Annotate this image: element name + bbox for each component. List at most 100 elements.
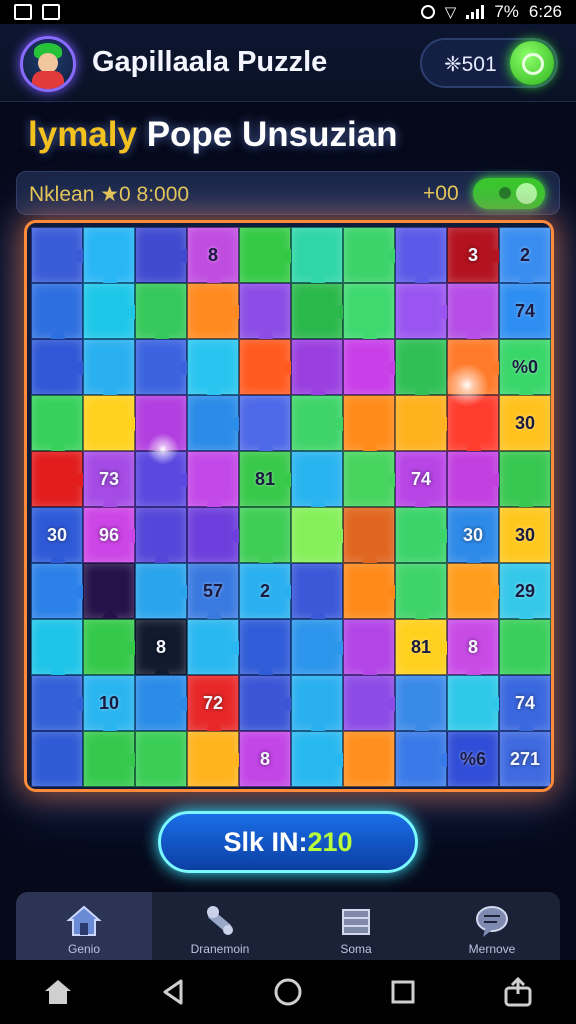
puzzle-piece[interactable] — [291, 227, 343, 289]
puzzle-piece[interactable] — [135, 507, 187, 569]
puzzle-piece[interactable] — [135, 395, 187, 457]
puzzle-piece[interactable] — [447, 675, 505, 731]
puzzle-piece[interactable] — [187, 731, 245, 787]
puzzle-piece[interactable] — [187, 339, 239, 401]
puzzle-piece[interactable] — [343, 395, 395, 457]
puzzle-piece[interactable] — [343, 227, 401, 283]
puzzle-piece[interactable] — [239, 283, 291, 345]
puzzle-piece[interactable] — [499, 619, 551, 675]
puzzle-piece[interactable] — [31, 619, 83, 681]
add-coins-button[interactable] — [510, 41, 554, 85]
puzzle-piece[interactable] — [447, 563, 505, 619]
puzzle-piece[interactable] — [83, 339, 135, 401]
puzzle-piece[interactable] — [135, 227, 193, 283]
puzzle-piece[interactable]: 72 — [187, 675, 239, 737]
puzzle-piece[interactable]: 74 — [499, 283, 551, 339]
puzzle-piece[interactable] — [31, 563, 89, 619]
puzzle-piece[interactable] — [239, 339, 297, 395]
puzzle-piece[interactable] — [343, 563, 401, 619]
puzzle-piece[interactable]: 73 — [83, 451, 135, 513]
puzzle-piece[interactable] — [291, 339, 343, 401]
nav-item-chat[interactable]: Mernove — [424, 892, 560, 960]
puzzle-piece[interactable] — [83, 283, 141, 339]
puzzle-piece[interactable]: 81 — [239, 451, 297, 507]
puzzle-piece[interactable]: 30 — [499, 395, 551, 451]
puzzle-piece[interactable] — [395, 227, 447, 289]
puzzle-piece[interactable]: %6 — [447, 731, 499, 787]
share-icon[interactable] — [501, 975, 535, 1009]
puzzle-piece[interactable] — [447, 451, 505, 507]
puzzle-piece[interactable] — [291, 731, 349, 787]
puzzle-piece[interactable] — [395, 283, 453, 339]
puzzle-piece[interactable] — [395, 731, 453, 787]
puzzle-piece[interactable]: 74 — [395, 451, 447, 513]
puzzle-piece[interactable]: 96 — [83, 507, 141, 563]
puzzle-piece[interactable] — [343, 283, 395, 345]
puzzle-piece[interactable] — [239, 395, 291, 457]
puzzle-piece[interactable] — [239, 227, 297, 283]
puzzle-piece[interactable] — [31, 339, 89, 395]
puzzle-piece[interactable]: 8 — [135, 619, 187, 681]
puzzle-piece[interactable] — [343, 339, 401, 395]
puzzle-piece[interactable] — [135, 283, 187, 345]
puzzle-piece[interactable] — [343, 731, 395, 787]
nav-item-home[interactable]: Genio — [16, 892, 152, 960]
hint-toggle[interactable] — [473, 178, 545, 209]
puzzle-piece[interactable]: 8 — [239, 731, 291, 787]
puzzle-piece[interactable] — [291, 563, 343, 625]
puzzle-piece[interactable] — [83, 395, 141, 451]
puzzle-piece[interactable]: 57 — [187, 563, 239, 625]
puzzle-piece[interactable] — [135, 563, 193, 619]
puzzle-piece[interactable] — [343, 675, 401, 731]
coin-balance[interactable]: ❈501 — [420, 38, 558, 88]
puzzle-piece[interactable] — [83, 227, 135, 289]
puzzle-piece[interactable]: 30 — [447, 507, 499, 569]
back-icon[interactable] — [156, 975, 190, 1009]
puzzle-piece[interactable] — [395, 563, 447, 625]
start-button[interactable]: Slk IN: 210 — [158, 811, 418, 873]
puzzle-piece[interactable] — [83, 619, 141, 675]
puzzle-piece[interactable]: 10 — [83, 675, 135, 737]
puzzle-piece[interactable] — [31, 675, 89, 731]
puzzle-piece[interactable]: 3 — [447, 227, 505, 283]
puzzle-piece[interactable]: %0 — [499, 339, 551, 401]
puzzle-piece[interactable] — [395, 339, 447, 401]
puzzle-piece[interactable]: 8 — [187, 227, 239, 289]
puzzle-piece[interactable]: 30 — [499, 507, 551, 563]
nav-item-crate[interactable]: Soma — [288, 892, 424, 960]
puzzle-piece[interactable]: 81 — [395, 619, 453, 675]
puzzle-piece[interactable] — [291, 675, 343, 737]
home-icon[interactable] — [41, 975, 75, 1009]
puzzle-piece[interactable]: 2 — [239, 563, 297, 619]
puzzle-piece[interactable]: 29 — [499, 563, 551, 625]
puzzle-piece[interactable] — [239, 675, 297, 731]
puzzle-piece[interactable] — [83, 731, 141, 787]
puzzle-piece[interactable] — [291, 283, 349, 339]
puzzle-piece[interactable] — [291, 395, 349, 451]
puzzle-piece[interactable] — [31, 283, 83, 345]
puzzle-piece[interactable] — [187, 395, 245, 451]
puzzle-piece[interactable] — [187, 507, 245, 563]
avatar[interactable] — [20, 36, 76, 92]
puzzle-piece[interactable] — [395, 395, 453, 451]
puzzle-piece[interactable] — [291, 451, 343, 513]
puzzle-piece[interactable] — [83, 563, 135, 625]
puzzle-piece[interactable] — [31, 395, 83, 457]
puzzle-piece[interactable]: 74 — [499, 675, 551, 737]
puzzle-piece[interactable]: 271 — [499, 731, 551, 787]
puzzle-piece[interactable] — [135, 675, 193, 731]
puzzle-piece[interactable] — [447, 283, 499, 345]
puzzle-piece[interactable] — [31, 731, 83, 787]
recents-icon[interactable] — [386, 975, 420, 1009]
puzzle-piece[interactable] — [31, 227, 89, 283]
puzzle-piece[interactable]: 8 — [447, 619, 499, 681]
puzzle-piece[interactable] — [135, 451, 193, 507]
puzzle-piece[interactable] — [239, 507, 291, 569]
puzzle-piece[interactable] — [135, 731, 187, 787]
puzzle-piece[interactable] — [395, 507, 453, 563]
puzzle-piece[interactable]: 2 — [499, 227, 551, 289]
puzzle-piece[interactable] — [447, 339, 505, 395]
puzzle-piece[interactable] — [447, 395, 499, 457]
puzzle-piece[interactable] — [395, 675, 447, 737]
puzzle-piece[interactable] — [239, 619, 291, 681]
